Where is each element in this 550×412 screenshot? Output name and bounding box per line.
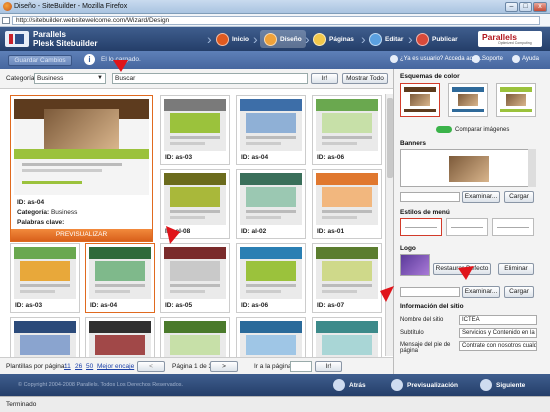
red-arrow-icon: [458, 266, 474, 280]
annotation-overlay: [113, 60, 474, 302]
red-arrow-icon: [113, 60, 128, 72]
red-arrow-icon: [166, 226, 180, 244]
red-arrow-icon: [380, 286, 394, 302]
